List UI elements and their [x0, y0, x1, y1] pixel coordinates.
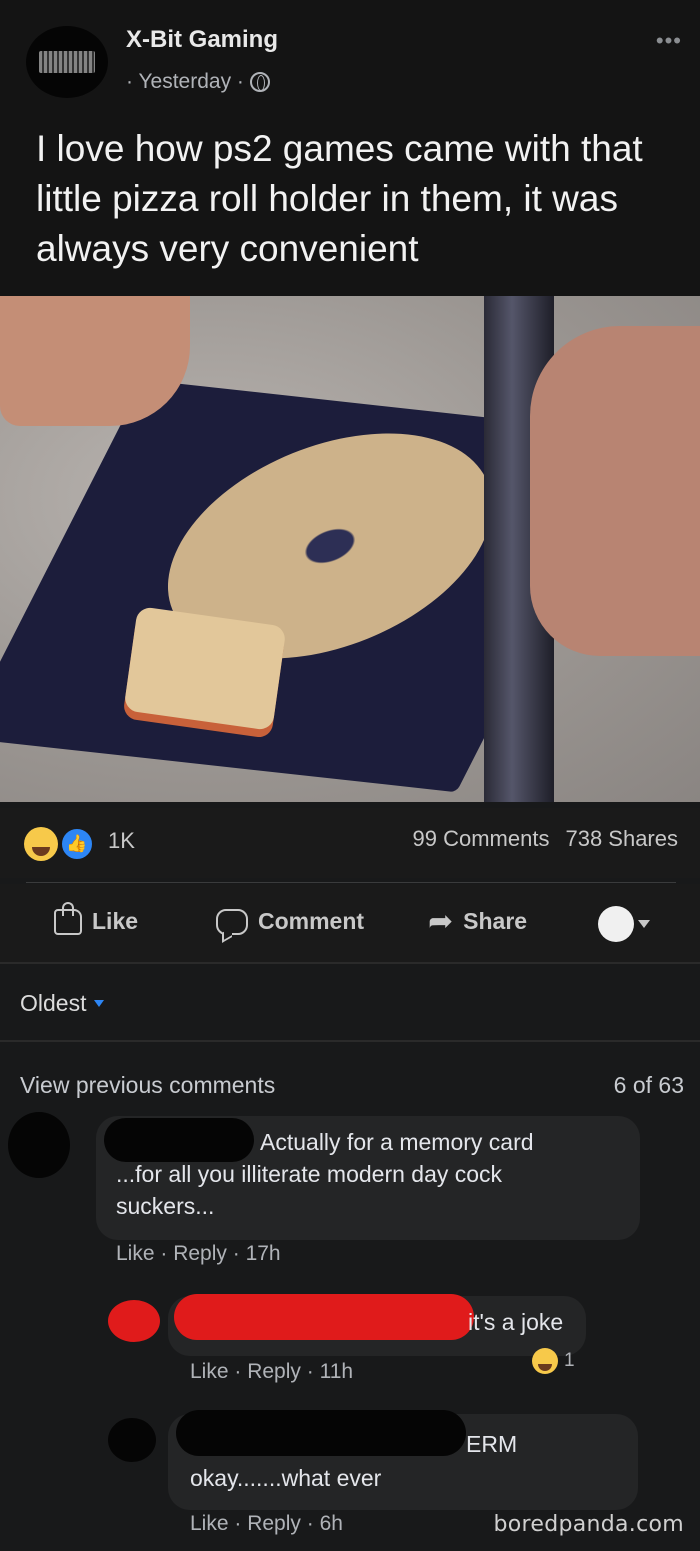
page-name[interactable]: X-Bit Gaming	[126, 26, 278, 54]
post-text: I love how ps2 games came with that litt…	[36, 128, 643, 269]
avatar[interactable]	[108, 1300, 160, 1342]
comment-text-line: okay.......what ever	[190, 1465, 382, 1491]
left-hand	[0, 296, 190, 426]
watermark: boredpanda.com	[493, 1512, 684, 1537]
like-button[interactable]: Like	[54, 901, 139, 935]
view-previous-comments-link[interactable]: View previous comments	[20, 1072, 275, 1099]
comment-like-link[interactable]: Like	[116, 1242, 155, 1265]
comment-icon	[216, 908, 248, 935]
profile-dot-icon	[598, 906, 634, 942]
divider	[0, 1040, 700, 1042]
comment-text: Actually for a memory card	[260, 1129, 534, 1155]
comment-text-line: suckers...	[116, 1193, 215, 1219]
comment-reply-link[interactable]: Reply	[173, 1242, 227, 1265]
comment-text: it's a joke	[468, 1309, 564, 1335]
reactions-summary: 👍 1K 99 Comments 738 Shares	[0, 808, 700, 878]
sort-label: Oldest	[20, 990, 87, 1016]
comment-time[interactable]: 17h	[246, 1242, 281, 1265]
comment-reply-link[interactable]: Reply	[247, 1512, 301, 1535]
post-header: X-Bit Gaming · Yesterday · ••• I love ho…	[0, 0, 700, 296]
comment-text: ERM	[466, 1431, 518, 1457]
avatar[interactable]	[8, 1112, 70, 1178]
haha-reaction-icon[interactable]	[532, 1348, 558, 1374]
comment-actions: Like · Reply · 17h	[116, 1242, 281, 1265]
redacted-name	[104, 1118, 254, 1162]
comment-button[interactable]: Comment	[216, 908, 364, 935]
comment-actions: Like · Reply · 6h	[190, 1512, 343, 1535]
chevron-down-icon	[94, 1000, 105, 1007]
divider	[26, 882, 676, 883]
redacted-name	[174, 1294, 474, 1340]
comment-actions: Like · Reply · 11h	[190, 1360, 354, 1383]
share-icon: ➦	[428, 904, 454, 938]
shares-count[interactable]: 738 Shares	[565, 826, 678, 852]
post-stats: 99 Comments 738 Shares	[413, 826, 678, 852]
page-logo	[39, 51, 95, 73]
more-options-icon[interactable]: •••	[656, 28, 682, 54]
avatar[interactable]	[108, 1418, 156, 1462]
comment-text-line: ...for all you illiterate modern day coc…	[116, 1161, 503, 1187]
pizza-roll	[123, 606, 287, 731]
comment-time[interactable]: 11h	[320, 1360, 353, 1383]
post-meta: · Yesterday ·	[126, 70, 270, 94]
comment-like-link[interactable]: Like	[190, 1360, 229, 1383]
page-avatar[interactable]	[26, 26, 108, 98]
globe-icon	[249, 72, 270, 92]
like-label: Like	[92, 908, 139, 934]
post-photo[interactable]	[0, 296, 700, 802]
right-hand	[530, 326, 700, 656]
reaction-count[interactable]: 1K	[108, 828, 135, 854]
comment-label: Comment	[258, 908, 365, 934]
redacted-name	[176, 1410, 466, 1456]
comment-sort-dropdown[interactable]: Oldest	[20, 990, 105, 1017]
comment-time[interactable]: 6h	[320, 1512, 343, 1535]
post-actions: Like Comment ➦ Share	[0, 884, 700, 962]
like-reaction-icon[interactable]: 👍	[60, 827, 94, 861]
reaction-selector[interactable]	[598, 906, 650, 942]
thumbs-up-icon	[54, 901, 82, 935]
comment-like-link[interactable]: Like	[190, 1512, 229, 1535]
post-time[interactable]: · Yesterday ·	[126, 70, 244, 94]
haha-reaction-icon[interactable]	[24, 827, 58, 861]
chevron-down-icon	[638, 920, 650, 928]
reaction-count: 1	[564, 1350, 575, 1371]
comment-reply-link[interactable]: Reply	[247, 1360, 301, 1383]
divider	[0, 962, 700, 964]
share-label: Share	[463, 908, 528, 934]
share-button[interactable]: ➦ Share	[428, 904, 528, 938]
comment-page-count: 6 of 63	[613, 1072, 684, 1098]
comments-count[interactable]: 99 Comments	[413, 826, 550, 852]
